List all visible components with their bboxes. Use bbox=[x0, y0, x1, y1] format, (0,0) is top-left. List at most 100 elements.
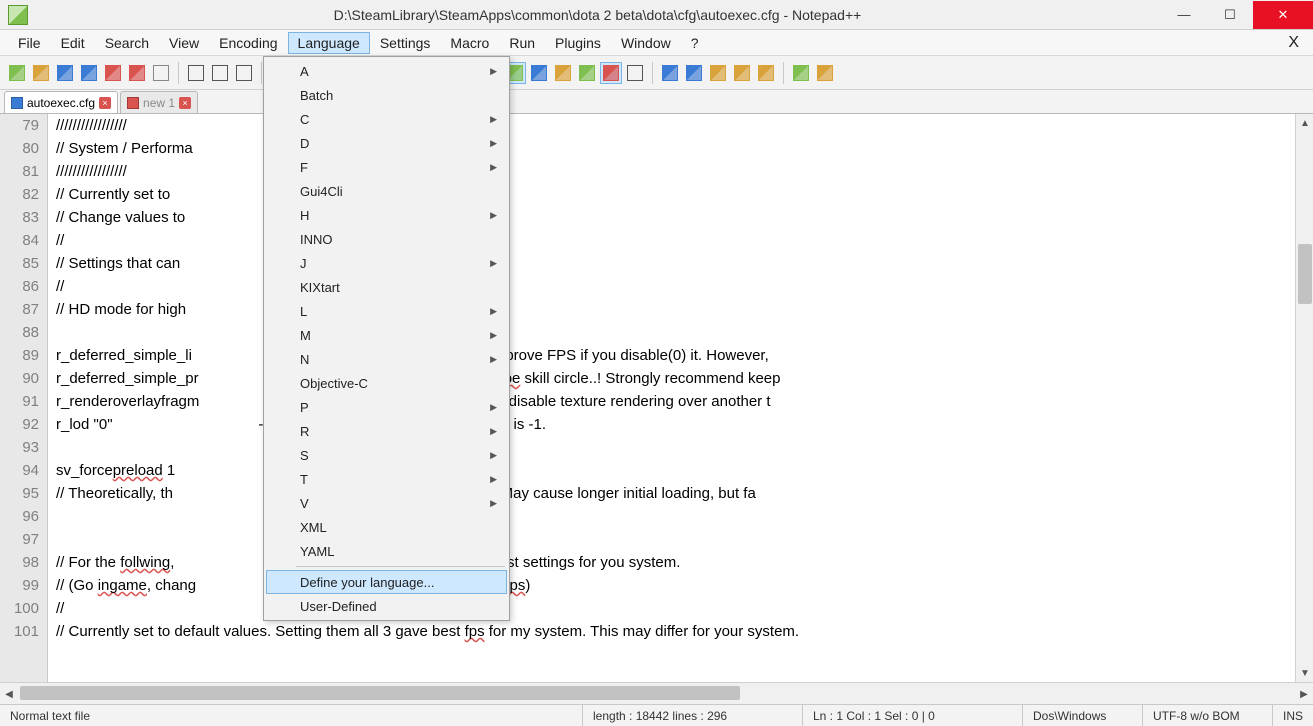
menu-settings[interactable]: Settings bbox=[370, 32, 441, 54]
code-line[interactable]: // (Go ingame, chang F8 and reload the s… bbox=[48, 574, 1295, 597]
language-menu-item[interactable]: C bbox=[266, 107, 507, 131]
play-multi-icon[interactable] bbox=[731, 62, 753, 84]
cut-icon[interactable] bbox=[185, 62, 207, 84]
record-macro-icon[interactable] bbox=[659, 62, 681, 84]
file-tab[interactable]: new 1× bbox=[120, 91, 198, 113]
vertical-scrollbar[interactable]: ▲ ▼ bbox=[1295, 114, 1313, 682]
menu-view[interactable]: View bbox=[159, 32, 209, 54]
line-number: 101 bbox=[0, 620, 39, 643]
indent-guide-icon[interactable] bbox=[552, 62, 574, 84]
menu-file[interactable]: File bbox=[8, 32, 51, 54]
menu-edit[interactable]: Edit bbox=[51, 32, 95, 54]
file-tab[interactable]: autoexec.cfg× bbox=[4, 91, 118, 113]
horizontal-scrollbar[interactable]: ◀ ▶ bbox=[0, 682, 1313, 704]
language-menu-item[interactable]: Objective-C bbox=[266, 371, 507, 395]
spell-check-icon[interactable] bbox=[790, 62, 812, 84]
scroll-right-icon[interactable]: ▶ bbox=[1295, 683, 1313, 705]
language-menu-item[interactable]: F bbox=[266, 155, 507, 179]
vertical-scroll-thumb[interactable] bbox=[1298, 244, 1312, 304]
horizontal-scroll-thumb[interactable] bbox=[20, 686, 740, 700]
code-line[interactable]: // bbox=[48, 229, 1295, 252]
stop-macro-icon[interactable] bbox=[683, 62, 705, 84]
language-menu-item[interactable]: Batch bbox=[266, 83, 507, 107]
close-document-button[interactable]: X bbox=[1282, 34, 1305, 52]
copy-icon[interactable] bbox=[209, 62, 231, 84]
code-line[interactable]: r_lod "0" -1 // High quality textures : … bbox=[48, 413, 1295, 436]
language-menu-item[interactable]: YAML bbox=[266, 539, 507, 563]
spell-next-icon[interactable] bbox=[814, 62, 836, 84]
language-menu-item[interactable]: V bbox=[266, 491, 507, 515]
new-file-icon[interactable] bbox=[6, 62, 28, 84]
paste-icon[interactable] bbox=[233, 62, 255, 84]
code-line[interactable]: // HD mode for high s to default values … bbox=[48, 298, 1295, 321]
code-line[interactable]: // Change values to fer crashes. bbox=[48, 206, 1295, 229]
code-line[interactable]: r_deferred_simple_pr / Default : 1 // 0 … bbox=[48, 367, 1295, 390]
language-menu-item[interactable]: D bbox=[266, 131, 507, 155]
code-line[interactable]: // Currently set to . bbox=[48, 183, 1295, 206]
code-line[interactable]: sv_forcepreload 1 l : 1 // Default : 0 bbox=[48, 459, 1295, 482]
menu-window[interactable]: Window bbox=[611, 32, 681, 54]
minimize-button[interactable]: — bbox=[1161, 1, 1207, 29]
language-menu-item[interactable]: H bbox=[266, 203, 507, 227]
doc-map-icon[interactable] bbox=[600, 62, 622, 84]
menu-[interactable]: ? bbox=[681, 32, 709, 54]
menu-run[interactable]: Run bbox=[499, 32, 545, 54]
open-icon[interactable] bbox=[30, 62, 52, 84]
language-menu-item[interactable]: R bbox=[266, 419, 507, 443]
language-menu-item[interactable]: Define your language... bbox=[266, 570, 507, 594]
tab-close-icon[interactable]: × bbox=[99, 97, 111, 109]
code-line[interactable] bbox=[48, 505, 1295, 528]
scroll-left-icon[interactable]: ◀ bbox=[0, 683, 18, 705]
code-line[interactable]: r_renderoverlayfragm timal : 0 // Defaul… bbox=[48, 390, 1295, 413]
language-menu-item[interactable]: User-Defined bbox=[266, 594, 507, 618]
language-menu-item[interactable]: Gui4Cli bbox=[266, 179, 507, 203]
play-macro-icon[interactable] bbox=[707, 62, 729, 84]
menu-plugins[interactable]: Plugins bbox=[545, 32, 611, 54]
save-macro-icon[interactable] bbox=[755, 62, 777, 84]
code-line[interactable]: // For the follwing, nd with the numbers… bbox=[48, 551, 1295, 574]
print-icon[interactable] bbox=[150, 62, 172, 84]
language-menu-item[interactable]: S bbox=[266, 443, 507, 467]
language-menu-item[interactable]: P bbox=[266, 395, 507, 419]
scroll-up-icon[interactable]: ▲ bbox=[1296, 114, 1313, 132]
menu-language[interactable]: Language bbox=[288, 32, 370, 54]
close-all-icon[interactable] bbox=[126, 62, 148, 84]
show-all-icon[interactable] bbox=[528, 62, 550, 84]
menu-macro[interactable]: Macro bbox=[440, 32, 499, 54]
menu-search[interactable]: Search bbox=[95, 32, 159, 54]
code-line[interactable]: ///////////////// bbox=[48, 160, 1295, 183]
code-line[interactable] bbox=[48, 436, 1295, 459]
menu-encoding[interactable]: Encoding bbox=[209, 32, 287, 54]
func-list-icon[interactable] bbox=[624, 62, 646, 84]
udl-icon[interactable] bbox=[576, 62, 598, 84]
language-menu-item[interactable]: KIXtart bbox=[266, 275, 507, 299]
code-line[interactable]: ///////////////// bbox=[48, 114, 1295, 137]
code-line[interactable]: r_deferred_simple_li timal : 0 // Defaul… bbox=[48, 344, 1295, 367]
language-menu-item[interactable]: A bbox=[266, 59, 507, 83]
tab-close-icon[interactable]: × bbox=[179, 97, 191, 109]
scroll-down-icon[interactable]: ▼ bbox=[1296, 664, 1313, 682]
save-icon[interactable] bbox=[54, 62, 76, 84]
code-line[interactable]: // bbox=[48, 275, 1295, 298]
maximize-button[interactable]: ☐ bbox=[1207, 1, 1253, 29]
language-menu-item[interactable]: N bbox=[266, 347, 507, 371]
language-menu-item[interactable]: M bbox=[266, 323, 507, 347]
language-menu-item[interactable]: T bbox=[266, 467, 507, 491]
language-menu-item[interactable]: INNO bbox=[266, 227, 507, 251]
code-line[interactable]: // Currently set to default values. Sett… bbox=[48, 620, 1295, 643]
language-menu-item[interactable]: L bbox=[266, 299, 507, 323]
save-all-icon[interactable] bbox=[78, 62, 100, 84]
language-menu-item[interactable]: J bbox=[266, 251, 507, 275]
window-title: D:\SteamLibrary\SteamApps\common\dota 2 … bbox=[34, 7, 1161, 23]
code-line[interactable]: // bbox=[48, 597, 1295, 620]
code-line[interactable] bbox=[48, 321, 1295, 344]
code-line[interactable]: // System / Performa bbox=[48, 137, 1295, 160]
code-line[interactable]: // Theoretically, th rver to preload the… bbox=[48, 482, 1295, 505]
code-area[interactable]: /////////////////// System / Performa///… bbox=[48, 114, 1295, 682]
code-line[interactable] bbox=[48, 528, 1295, 551]
language-menu-item[interactable]: XML bbox=[266, 515, 507, 539]
close-icon[interactable] bbox=[102, 62, 124, 84]
status-position: Ln : 1 Col : 1 Sel : 0 | 0 bbox=[803, 705, 1023, 726]
code-line[interactable]: // Settings that can ot listed here! bbox=[48, 252, 1295, 275]
close-button[interactable]: ✕ bbox=[1253, 1, 1313, 29]
